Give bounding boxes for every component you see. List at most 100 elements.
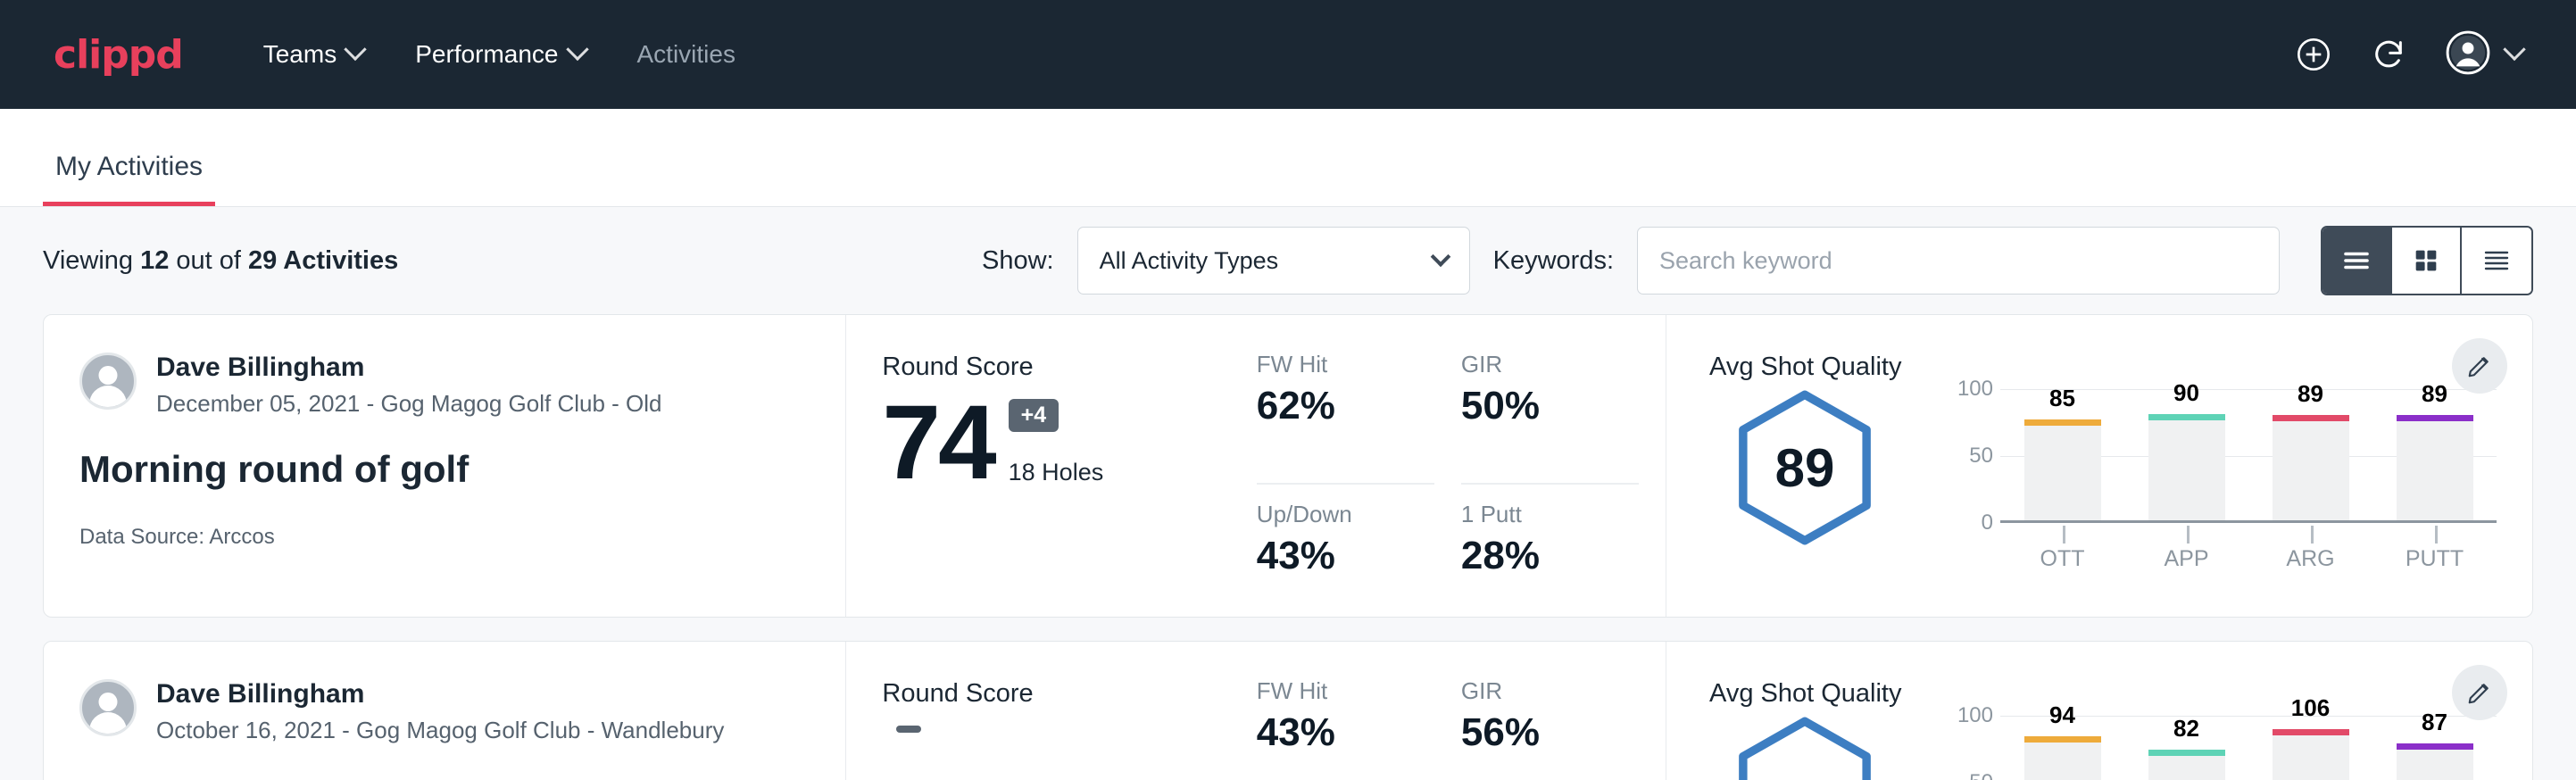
stat-gir-label: GIR — [1461, 351, 1639, 378]
chart-plot-area: 948210687 — [2000, 716, 2497, 780]
stat-gir: GIR 56% — [1461, 677, 1639, 780]
round-score-value-row: 74 +4 18 Holes — [882, 394, 1256, 492]
chart-bar — [2148, 419, 2225, 520]
activity-type-select[interactable]: All Activity Types — [1077, 227, 1470, 295]
player-name: Dave Billingham — [156, 353, 662, 384]
chart-bar — [2397, 420, 2473, 520]
stat-gir-value: 50% — [1461, 384, 1639, 428]
stat-one-putt-value: 28% — [1461, 534, 1639, 578]
grid-view-button[interactable] — [2392, 228, 2462, 294]
chart-x-tick-mark — [2435, 526, 2438, 544]
stat-fw-hit-label: FW Hit — [1257, 677, 1434, 705]
plus-circle-icon[interactable] — [2296, 37, 2331, 72]
nav-item-teams-label: Teams — [263, 40, 337, 69]
chart-bar-group: 89 — [2397, 389, 2473, 520]
stat-gir-label: GIR — [1461, 677, 1639, 705]
activity-data-source: Data Source: Arccos — [79, 525, 810, 550]
chart-y-tick-label: 0 — [1982, 510, 1993, 535]
round-score-value: 74 — [882, 394, 993, 492]
chart-bar-cap — [2024, 419, 2101, 426]
holes-played: 18 Holes — [1009, 459, 1104, 486]
activity-profile-column: Dave Billingham October 16, 2021 - Gog M… — [44, 642, 846, 780]
keywords-label: Keywords: — [1493, 246, 1614, 276]
compact-view-button[interactable] — [2462, 228, 2531, 294]
chart-bar-cap — [2273, 415, 2349, 421]
edit-activity-button[interactable] — [2452, 338, 2507, 394]
chart-bar-cap — [2148, 414, 2225, 420]
refresh-icon[interactable] — [2371, 37, 2406, 72]
chart-bar-cap — [2148, 750, 2225, 756]
chart-bar-cap — [2397, 415, 2473, 421]
stat-fw-hit: FW Hit 62% — [1257, 351, 1434, 485]
chart-bar-value-label: 85 — [2024, 385, 2101, 412]
avg-shot-quality-body: 050100948210687OTTAPPARGPUTT — [1709, 716, 2497, 780]
round-stats-grid: FW Hit 43% GIR 56% Up/Down 1 Putt — [1257, 642, 1666, 780]
round-score-label: Round Score — [882, 353, 1256, 382]
edit-activity-button[interactable] — [2452, 665, 2507, 720]
chart-x-tick-label: PUTT — [2397, 546, 2473, 572]
activity-meta: December 05, 2021 - Gog Magog Golf Club … — [156, 390, 662, 418]
chart-y-tick-label: 100 — [1957, 703, 1993, 728]
clippd-logo[interactable]: clippd — [54, 32, 183, 78]
chart-bar-value-label: 94 — [2024, 701, 2101, 729]
tab-my-activities-label: My Activities — [55, 152, 203, 181]
viewing-middle: out of — [169, 246, 248, 275]
chart-bar — [2024, 425, 2101, 520]
round-score-value-row — [882, 721, 1256, 769]
account-menu[interactable] — [2446, 30, 2522, 79]
viewing-total: 29 — [248, 246, 277, 275]
chart-bar-group: 82 — [2148, 716, 2225, 780]
stat-fw-hit: FW Hit 43% — [1257, 677, 1434, 780]
avatar — [79, 353, 137, 410]
chart-bar-group: 87 — [2397, 716, 2473, 780]
show-label: Show: — [982, 246, 1054, 276]
primary-nav: Teams Performance Activities — [263, 40, 735, 69]
chart-bar — [2397, 749, 2473, 780]
shot-quality-chart: 05010085908989OTTAPPARGPUTT — [1943, 389, 2497, 559]
avg-shot-quality-column: Avg Shot Quality 050100948210687OTTAPPAR… — [1666, 642, 2532, 780]
chart-plot-area: 85908989 — [2000, 389, 2497, 523]
activity-type-select-value: All Activity Types — [1100, 247, 1279, 275]
chart-bar-group: 85 — [2024, 389, 2101, 520]
stat-fw-hit-label: FW Hit — [1257, 351, 1434, 378]
stat-gir-value: 56% — [1461, 710, 1639, 755]
chart-x-tick-label: APP — [2148, 546, 2225, 572]
tab-bar: My Activities — [0, 109, 2576, 207]
chart-bar-value-label: 89 — [2273, 380, 2349, 408]
activity-card[interactable]: Dave Billingham October 16, 2021 - Gog M… — [43, 641, 2533, 780]
tab-my-activities[interactable]: My Activities — [43, 152, 215, 206]
chart-bar — [2024, 742, 2101, 780]
chart-y-axis: 050100 — [1943, 389, 1993, 523]
activity-card[interactable]: Dave Billingham December 05, 2021 - Gog … — [43, 314, 2533, 618]
nav-item-performance[interactable]: Performance — [415, 40, 585, 69]
stat-up-down: Up/Down 43% — [1257, 485, 1434, 617]
chart-bar — [2273, 420, 2349, 520]
viewing-suffix: Activities — [277, 246, 398, 275]
chart-bar-group: 90 — [2148, 389, 2225, 520]
shot-quality-score: 89 — [1775, 437, 1835, 499]
score-to-par-badge — [896, 726, 921, 733]
chart-x-tick-label: ARG — [2273, 546, 2349, 572]
chart-bar-value-label: 82 — [2148, 715, 2225, 743]
chart-y-tick-label: 50 — [1969, 444, 1993, 469]
avg-shot-quality-column: Avg Shot Quality 89 05010085908989OTTAPP… — [1666, 315, 2532, 617]
chart-y-axis: 050100 — [1943, 716, 1993, 780]
stat-gir: GIR 50% — [1461, 351, 1639, 485]
chart-x-tick-mark — [2311, 526, 2314, 544]
avg-shot-quality-label: Avg Shot Quality — [1709, 679, 2497, 709]
round-score-column: Round Score 74 +4 18 Holes — [846, 315, 1256, 617]
nav-item-performance-label: Performance — [415, 40, 558, 69]
chart-bar-cap — [2024, 736, 2101, 743]
nav-item-teams[interactable]: Teams — [263, 40, 363, 69]
list-view-button[interactable] — [2323, 228, 2392, 294]
chevron-down-icon — [344, 38, 366, 61]
stat-one-putt: 1 Putt 28% — [1461, 485, 1639, 617]
avatar — [79, 679, 137, 736]
chart-bar-value-label: 90 — [2148, 379, 2225, 407]
viewing-count: 12 — [140, 246, 169, 275]
stat-up-down-value: 43% — [1257, 534, 1434, 578]
chart-x-tick-mark — [2187, 526, 2190, 544]
nav-item-activities[interactable]: Activities — [637, 40, 735, 69]
round-score-label: Round Score — [882, 679, 1256, 709]
search-input[interactable] — [1637, 227, 2280, 295]
